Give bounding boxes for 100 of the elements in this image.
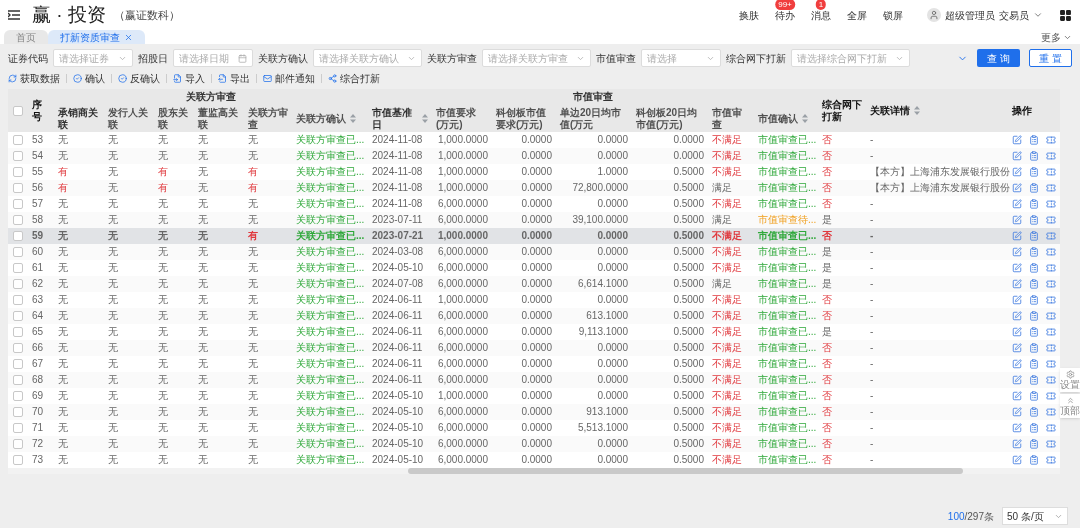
clipboard-icon[interactable] bbox=[1029, 343, 1039, 353]
edit-icon[interactable] bbox=[1012, 279, 1022, 289]
edit-icon[interactable] bbox=[1012, 295, 1022, 305]
clipboard-icon[interactable] bbox=[1029, 183, 1039, 193]
edit-icon[interactable] bbox=[1012, 263, 1022, 273]
checkbox[interactable] bbox=[13, 439, 23, 449]
table-row[interactable]: 66 无 无 无 无 无 关联方审查已... 2024-06-11 6,000.0000 0.0000 0.0000 0.5000 不满足 市值审查已... 否 - bbox=[8, 340, 1060, 356]
clipboard-icon[interactable] bbox=[1029, 295, 1039, 305]
table-row[interactable]: 56 有 无 有 无 有 关联方审查已... 2024-11-08 1,000.0000 0.0000 72,800.0000 0.5000 满足 市值审查已... 否 【本方】上海浦东发展银行股份 bbox=[8, 180, 1060, 196]
edit-icon[interactable] bbox=[1012, 215, 1022, 225]
checkbox[interactable] bbox=[13, 151, 23, 161]
table-row[interactable]: 60 无 无 无 无 无 关联方审查已... 2024-03-08 6,000.0000 0.0000 0.0000 0.5000 不满足 市值审查已... 是 - bbox=[8, 244, 1060, 260]
ticket-icon[interactable] bbox=[1046, 359, 1056, 369]
ticket-icon[interactable] bbox=[1046, 167, 1056, 177]
ticket-icon[interactable] bbox=[1046, 407, 1056, 417]
edit-icon[interactable] bbox=[1012, 439, 1022, 449]
edit-icon[interactable] bbox=[1012, 151, 1022, 161]
checkbox[interactable] bbox=[13, 105, 23, 116]
checkbox[interactable] bbox=[13, 375, 23, 385]
edit-icon[interactable] bbox=[1012, 183, 1022, 193]
edit-icon[interactable] bbox=[1012, 199, 1022, 209]
table-row[interactable]: 58 无 无 无 无 无 关联方审查已... 2023-07-11 6,000.0000 0.0000 39,100.0000 0.5000 满足 市值审查待... 是 - bbox=[8, 212, 1060, 228]
edit-icon[interactable] bbox=[1012, 135, 1022, 145]
toolbar-button[interactable]: 导出 bbox=[218, 70, 250, 86]
checkbox[interactable] bbox=[13, 167, 23, 177]
header-action[interactable]: 换肤 bbox=[739, 7, 759, 23]
table-row[interactable]: 59 无 无 无 无 有 关联方审查已... 2023-07-21 1,000.0000 0.0000 0.0000 0.5000 不满足 市值审查已... 否 - bbox=[8, 228, 1060, 244]
close-icon[interactable] bbox=[124, 32, 133, 42]
clipboard-icon[interactable] bbox=[1029, 407, 1039, 417]
checkbox[interactable] bbox=[13, 391, 23, 401]
checkbox[interactable] bbox=[13, 263, 23, 273]
checkbox[interactable] bbox=[13, 423, 23, 433]
ticket-icon[interactable] bbox=[1046, 183, 1056, 193]
caret-icon[interactable] bbox=[1033, 10, 1043, 20]
header-action[interactable]: 消息 bbox=[811, 7, 831, 23]
table-row[interactable]: 68 无 无 无 无 无 关联方审查已... 2024-06-11 6,000.0000 0.0000 0.0000 0.5000 不满足 市值审查已... 否 - bbox=[8, 372, 1060, 388]
clipboard-icon[interactable] bbox=[1029, 279, 1039, 289]
checkbox[interactable] bbox=[13, 311, 23, 321]
edit-icon[interactable] bbox=[1012, 359, 1022, 369]
ticket-icon[interactable] bbox=[1046, 295, 1056, 305]
clipboard-icon[interactable] bbox=[1029, 327, 1039, 337]
checkbox[interactable] bbox=[13, 247, 23, 257]
edit-icon[interactable] bbox=[1012, 375, 1022, 385]
edit-icon[interactable] bbox=[1012, 423, 1022, 433]
toolbar-button[interactable]: 邮件通知 bbox=[263, 70, 315, 86]
menu-icon[interactable] bbox=[8, 10, 20, 20]
toolbar-button[interactable]: 反确认 bbox=[118, 70, 160, 86]
checkbox[interactable] bbox=[13, 279, 23, 289]
clipboard-icon[interactable] bbox=[1029, 391, 1039, 401]
clipboard-icon[interactable] bbox=[1029, 359, 1039, 369]
edit-icon[interactable] bbox=[1012, 247, 1022, 257]
ticket-icon[interactable] bbox=[1046, 247, 1056, 257]
more-menu[interactable]: 更多 bbox=[1041, 30, 1072, 45]
checkbox[interactable] bbox=[13, 135, 23, 145]
side-button[interactable]: 设置 bbox=[1060, 368, 1080, 392]
apps-grid-icon[interactable] bbox=[1059, 8, 1072, 22]
page-tab[interactable]: 打新资质审查 bbox=[48, 30, 145, 44]
header-action[interactable]: 锁屏 bbox=[883, 7, 903, 23]
ticket-icon[interactable] bbox=[1046, 215, 1056, 225]
ticket-icon[interactable] bbox=[1046, 343, 1056, 353]
checkbox[interactable] bbox=[13, 455, 23, 465]
sort-icon[interactable] bbox=[802, 114, 808, 123]
ticket-icon[interactable] bbox=[1046, 199, 1056, 209]
checkbox[interactable] bbox=[13, 407, 23, 417]
edit-icon[interactable] bbox=[1012, 407, 1022, 417]
checkbox[interactable] bbox=[13, 231, 23, 241]
checkbox[interactable] bbox=[13, 343, 23, 353]
table-row[interactable]: 72 无 无 无 无 无 关联方审查已... 2024-05-10 6,000.0000 0.0000 0.0000 0.5000 不满足 市值审查已... 否 - bbox=[8, 436, 1060, 452]
clipboard-icon[interactable] bbox=[1029, 423, 1039, 433]
table-row[interactable]: 64 无 无 无 无 无 关联方审查已... 2024-06-11 6,000.0000 0.0000 613.1000 0.5000 不满足 市值审查已... 否 - bbox=[8, 308, 1060, 324]
toolbar-button[interactable]: 确认 bbox=[73, 70, 105, 86]
clipboard-icon[interactable] bbox=[1029, 151, 1039, 161]
table-row[interactable]: 70 无 无 无 无 无 关联方审查已... 2024-05-10 6,000.0000 0.0000 913.1000 0.5000 不满足 市值审查已... 否 - bbox=[8, 404, 1060, 420]
checkbox[interactable] bbox=[13, 327, 23, 337]
header-action[interactable]: 全屏 bbox=[847, 7, 867, 23]
filter-button[interactable]: 重 置 bbox=[1029, 49, 1072, 67]
header-action[interactable]: 待办 bbox=[775, 7, 795, 23]
clipboard-icon[interactable] bbox=[1029, 375, 1039, 385]
toolbar-button[interactable]: 综合打新 bbox=[328, 70, 380, 86]
clipboard-icon[interactable] bbox=[1029, 247, 1039, 257]
checkbox[interactable] bbox=[13, 295, 23, 305]
table-row[interactable]: 54 无 无 无 无 无 关联方审查已... 2024-11-08 1,000.0000 0.0000 0.0000 0.0000 不满足 市值审查已... 否 - bbox=[8, 148, 1060, 164]
edit-icon[interactable] bbox=[1012, 231, 1022, 241]
ticket-icon[interactable] bbox=[1046, 279, 1056, 289]
clipboard-icon[interactable] bbox=[1029, 135, 1039, 145]
toolbar-button[interactable]: 导入 bbox=[173, 70, 205, 86]
horizontal-scrollbar[interactable] bbox=[8, 468, 1060, 474]
clipboard-icon[interactable] bbox=[1029, 263, 1039, 273]
edit-icon[interactable] bbox=[1012, 167, 1022, 177]
ticket-icon[interactable] bbox=[1046, 263, 1056, 273]
sort-icon[interactable] bbox=[914, 106, 920, 115]
toolbar-button[interactable]: 获取数据 bbox=[8, 70, 60, 86]
ticket-icon[interactable] bbox=[1046, 327, 1056, 337]
checkbox[interactable] bbox=[13, 359, 23, 369]
edit-icon[interactable] bbox=[1012, 343, 1022, 353]
ticket-icon[interactable] bbox=[1046, 439, 1056, 449]
side-button[interactable]: 顶部 bbox=[1060, 394, 1080, 418]
sort-icon[interactable] bbox=[350, 114, 356, 123]
clipboard-icon[interactable] bbox=[1029, 439, 1039, 449]
clipboard-icon[interactable] bbox=[1029, 231, 1039, 241]
